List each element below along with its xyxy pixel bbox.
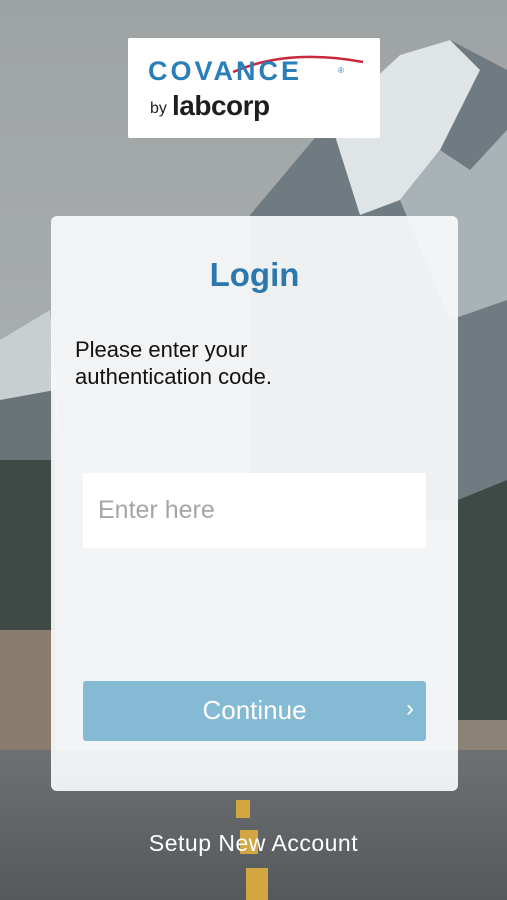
logo-parent-text: labcorp	[172, 90, 270, 121]
continue-button[interactable]: Continue ›	[83, 681, 426, 741]
logo-brand-text: COVANCE	[148, 56, 303, 86]
setup-new-account-link[interactable]: Setup New Account	[0, 830, 507, 857]
logo-registered-mark: ®	[338, 66, 344, 75]
page-title: Login	[209, 256, 300, 293]
login-card: Login Please enter your authentication c…	[51, 216, 458, 791]
auth-code-prompt: Please enter your authentication code.	[75, 337, 272, 389]
auth-code-input[interactable]	[83, 473, 426, 548]
continue-label: Continue	[202, 695, 307, 725]
covance-labcorp-logo: COVANCE ® by labcorp	[128, 38, 380, 138]
chevron-right-icon: ›	[406, 695, 414, 722]
logo-by-text: by	[150, 100, 167, 117]
